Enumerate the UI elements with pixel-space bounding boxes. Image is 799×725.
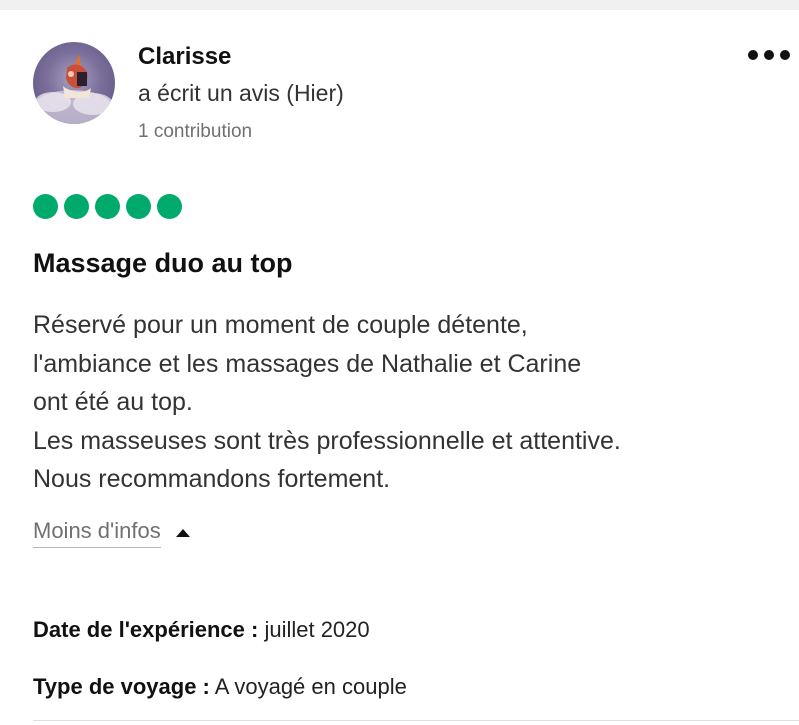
review-body: Réservé pour un moment de couple détente… xyxy=(33,306,793,499)
review-body-line: ont été au top. xyxy=(33,388,193,416)
rating-bubble-icon xyxy=(64,194,89,219)
rating-bubble-icon xyxy=(126,194,151,219)
author-name[interactable]: Clarisse xyxy=(138,43,231,71)
more-dots-icon xyxy=(764,50,774,60)
caret-up-icon xyxy=(175,529,190,537)
review-body-line: Les masseuses sont très professionnelle … xyxy=(33,426,621,455)
review-meta: a écrit un avis (Hier) xyxy=(138,80,344,106)
experience-date: Date de l'expérience : juillet 2020 xyxy=(33,617,370,643)
review-body-line: l'ambiance et les massages de Nathalie e… xyxy=(33,349,582,378)
less-info-link[interactable]: Moins d'infos xyxy=(33,518,190,548)
review-title: Massage duo au top xyxy=(33,248,293,278)
experience-date-label: Date de l'expérience : xyxy=(33,617,259,642)
rating-bubbles xyxy=(33,194,182,219)
contribution-count: 1 contribution xyxy=(138,121,253,142)
rating-bubble-icon xyxy=(157,194,182,219)
avatar-photo xyxy=(33,54,113,124)
top-divider-strip xyxy=(0,0,799,10)
less-info-label: Moins d'infos xyxy=(33,518,161,548)
rating-bubble-icon xyxy=(95,194,120,219)
bottom-divider xyxy=(33,720,799,721)
more-dots-icon xyxy=(780,50,790,60)
trip-type-value: A voyagé en couple xyxy=(214,674,407,699)
review-body-line: Réservé pour un moment de couple détente… xyxy=(33,311,528,339)
more-dots-icon xyxy=(748,50,758,60)
trip-type: Type de voyage : A voyagé en couple xyxy=(33,674,407,700)
review-body-line: Nous recommandons fortement. xyxy=(33,465,391,493)
experience-date-value: juillet 2020 xyxy=(264,617,370,642)
more-options-button[interactable] xyxy=(748,40,790,70)
avatar[interactable] xyxy=(33,42,115,124)
rating-bubble-icon xyxy=(33,194,58,219)
trip-type-label: Type de voyage : xyxy=(33,674,210,699)
